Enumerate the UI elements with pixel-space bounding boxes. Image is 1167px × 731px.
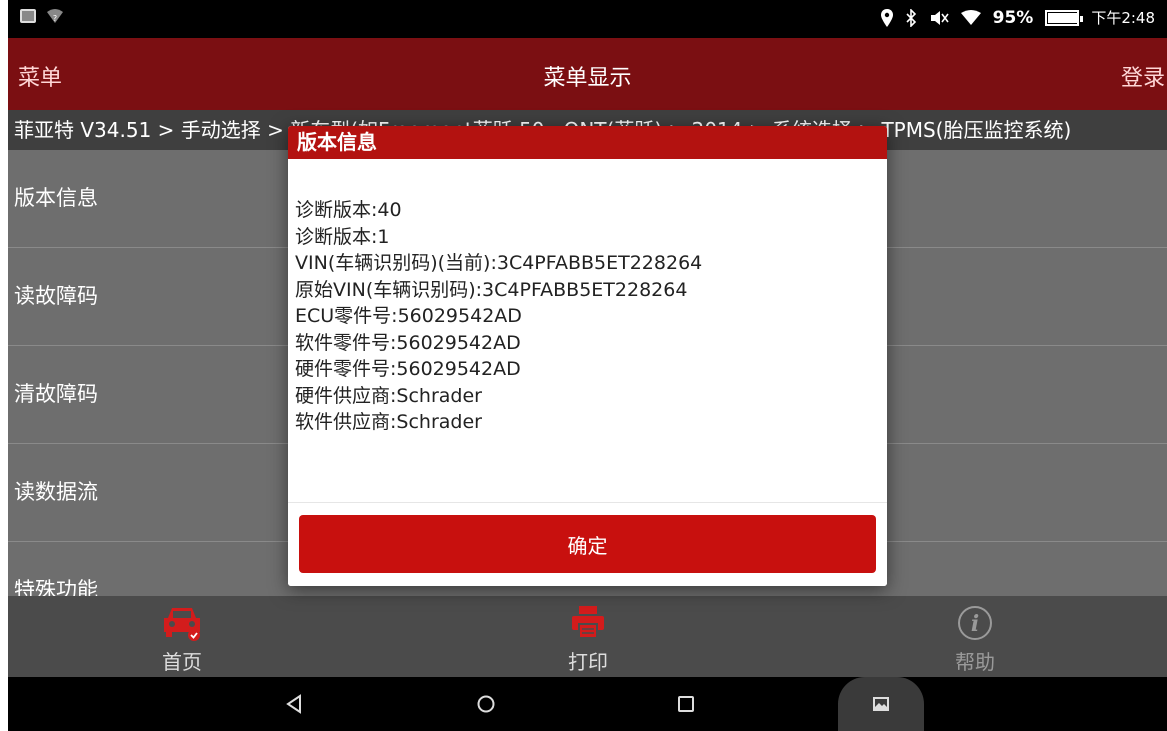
login-button[interactable]: 登录 bbox=[1121, 60, 1165, 92]
help-button[interactable]: i 帮助 bbox=[905, 596, 1045, 677]
info-line-hardware-part-number: 硬件零件号:56029542AD bbox=[295, 358, 521, 380]
status-bar-left: ? bbox=[20, 8, 64, 24]
back-button[interactable] bbox=[264, 677, 324, 731]
bottom-navigation: 首页 打印 i 帮助 bbox=[8, 596, 1167, 677]
title-bar: 菜单 菜单显示 登录 bbox=[8, 38, 1167, 110]
svg-text:?: ? bbox=[53, 14, 57, 23]
car-home-icon bbox=[164, 608, 200, 641]
mute-icon bbox=[930, 10, 949, 25]
status-bar: ? 95% 下午2:48 bbox=[8, 0, 1167, 38]
home-circle-icon bbox=[477, 695, 495, 713]
home-label: 首页 bbox=[162, 650, 202, 674]
version-info-dialog: 版本信息 诊断版本:40 诊断版本:1 VIN(车辆识别码)(当前):3C4PF… bbox=[288, 126, 887, 586]
recents-button[interactable] bbox=[656, 677, 716, 731]
recents-square-icon bbox=[678, 696, 694, 712]
menu-item-label: 版本信息 bbox=[14, 186, 98, 210]
screenshot-button[interactable] bbox=[838, 677, 924, 731]
menu-item-label: 读数据流 bbox=[14, 480, 98, 504]
image-gallery-icon bbox=[873, 697, 889, 711]
info-help-icon: i bbox=[958, 606, 992, 640]
info-line-ecu-part-number: ECU零件号:56029542AD bbox=[295, 305, 522, 327]
system-navigation-bar bbox=[8, 677, 1167, 731]
print-button[interactable]: 打印 bbox=[518, 596, 658, 677]
menu-item-label: 读故障码 bbox=[14, 284, 98, 308]
home-button[interactable]: 首页 bbox=[112, 596, 252, 677]
info-line-hardware-supplier: 硬件供应商:Schrader bbox=[295, 384, 482, 407]
info-line-diag-version: 诊断版本:40 bbox=[295, 199, 402, 221]
location-icon bbox=[880, 8, 893, 27]
bluetooth-icon bbox=[906, 8, 916, 27]
help-label: 帮助 bbox=[955, 650, 995, 674]
printer-icon bbox=[572, 606, 604, 639]
battery-icon bbox=[1045, 9, 1084, 26]
device-screen: ? 95% 下午2:48 菜单 菜单显示 登录 菲亚特 V34.51 > 手动选… bbox=[8, 0, 1167, 731]
info-line-vin-original: 原始VIN(车辆识别码):3C4PFABB5ET228264 bbox=[295, 278, 688, 301]
wifi-icon bbox=[960, 9, 981, 25]
menu-item-label: 清故障码 bbox=[14, 382, 98, 406]
info-line-software-supplier: 软件供应商:Schrader bbox=[295, 411, 482, 433]
clock: 下午2:48 bbox=[1091, 9, 1155, 27]
menu-item-label: 特殊功能 bbox=[14, 578, 98, 596]
ok-button[interactable]: 确定 bbox=[299, 515, 876, 573]
screenshot-notification-icon bbox=[20, 9, 36, 23]
info-line-diag-version-2: 诊断版本:1 bbox=[295, 225, 390, 248]
info-line-software-part-number: 软件零件号:56029542AD bbox=[295, 331, 521, 354]
dialog-content: 诊断版本:40 诊断版本:1 VIN(车辆识别码)(当前):3C4PFABB5E… bbox=[288, 159, 887, 503]
home-system-button[interactable] bbox=[456, 677, 516, 731]
print-label: 打印 bbox=[568, 650, 608, 674]
page-title: 菜单显示 bbox=[543, 66, 632, 91]
dialog-title: 版本信息 bbox=[288, 126, 887, 159]
info-line-vin-current: VIN(车辆识别码)(当前):3C4PFABB5ET228264 bbox=[295, 252, 703, 274]
battery-percent: 95% bbox=[992, 7, 1034, 28]
status-bar-right: 95% 下午2:48 bbox=[880, 7, 1155, 28]
dialog-footer: 确定 bbox=[288, 504, 887, 586]
svg-text:i: i bbox=[971, 611, 979, 637]
back-triangle-icon bbox=[286, 694, 301, 714]
wifi-question-icon: ? bbox=[47, 9, 63, 23]
